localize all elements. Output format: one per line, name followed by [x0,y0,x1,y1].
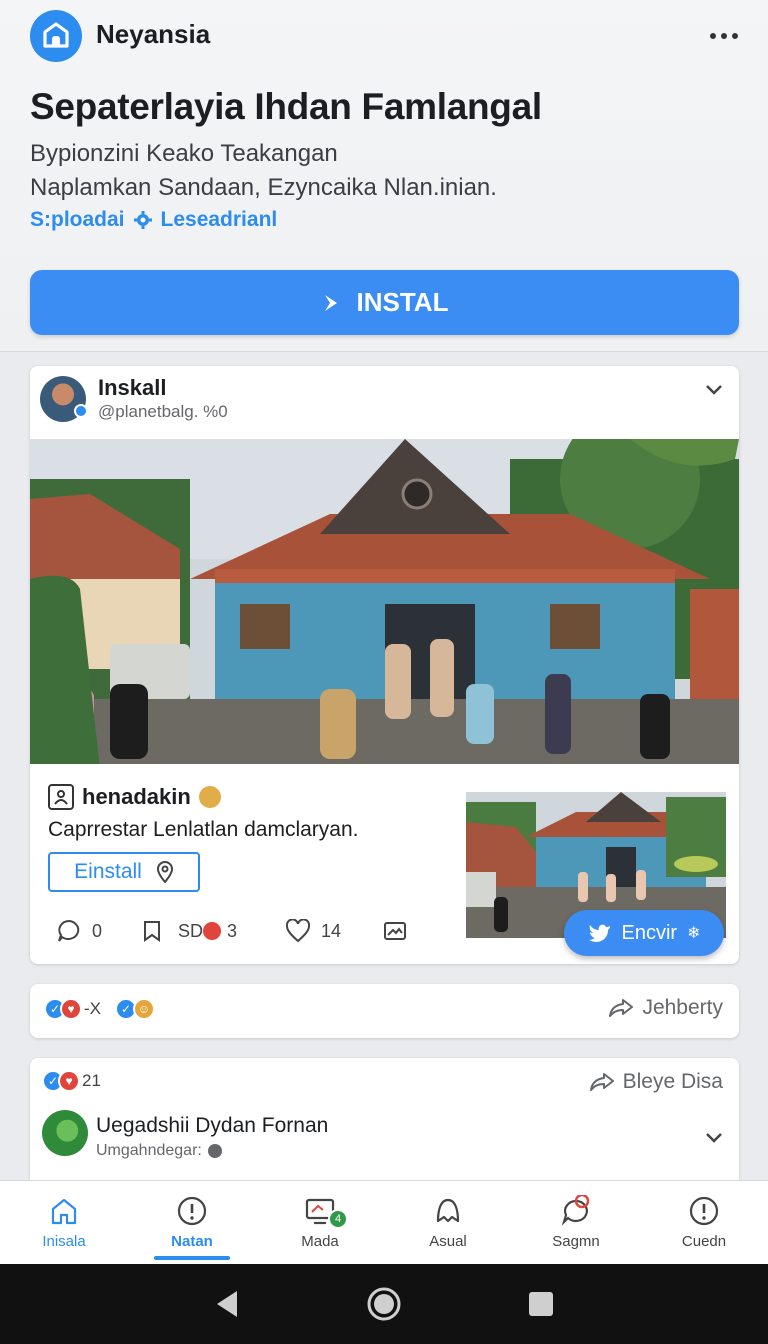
einstall-label: Einstall [74,860,142,883]
share-button-2[interactable]: Bleye Disa [589,1070,723,1094]
verified-badge [74,404,88,418]
verified-icon [207,1144,222,1158]
pin-icon [156,861,173,883]
nav-label: Asual [429,1233,467,1250]
like-button[interactable]: 14 [285,919,341,943]
avatar[interactable] [40,376,88,422]
chat-icon [561,1195,590,1226]
share-badge-icon [203,922,222,940]
love-reaction-icon: ♥ [60,998,82,1020]
subtitle-line-2: Naplamkan Sandaan, Ezyncaika Nlan.inian. [30,174,497,201]
nav-item-cuedn[interactable]: Cuedn [640,1181,768,1264]
like-count: 14 [321,920,342,941]
share-label: SD [178,920,204,941]
post-actions: 0 SD 3 14 [56,918,407,944]
love-reaction-icon: ♥ [58,1070,80,1092]
emoji-reaction-icon: ☺ [133,998,155,1020]
share-arrow-icon [589,1073,614,1091]
reaction-icons-2[interactable]: ✓ ♥ 21 [42,1070,101,1092]
post-handle-2: Umgahndegar: [96,1142,222,1160]
tag-link-1[interactable]: S:ploadai [30,208,125,232]
avatar[interactable] [42,1110,88,1156]
bottom-navigation: Inisala Natan 4 Mada Asual Sagmn Cuedn [0,1180,768,1264]
nav-item-mada[interactable]: 4 Mada [256,1181,384,1264]
nav-item-natan[interactable]: Natan [128,1181,256,1264]
nav-badge: 4 [328,1209,348,1229]
chevron-down-icon[interactable] [702,378,726,402]
share-action-button[interactable]: SD 3 [140,919,237,943]
reaction-count: 21 [82,1071,101,1090]
caption-row: henadakin [48,784,221,810]
post-caption: Caprrestar Lenlatlan damclaryan. [48,818,359,841]
nav-label: Cuedn [681,1233,727,1250]
share-button[interactable]: Jehberty [608,996,723,1020]
tag-row: S:ploadai Leseadrianl [30,208,277,232]
caption-user[interactable]: henadakin [82,784,191,810]
home-button-icon[interactable] [366,1286,402,1322]
reaction-icons[interactable]: ✓ ♥ -X ✓ ☺ [44,998,155,1020]
comment-button[interactable]: 0 [56,918,102,944]
snowflake-icon: ❄ [687,925,701,942]
install-button-label: INSTAL [356,287,449,317]
more-icon [710,33,716,39]
install-button[interactable]: INSTAL [30,270,739,335]
bell-icon [436,1198,460,1223]
nav-label: Mada [301,1233,339,1250]
emoji-icon [198,786,221,808]
einstall-button[interactable]: Einstall [48,852,200,892]
bird-icon [588,924,610,942]
post-card-2: ✓ ♥ 21 Bleye Disa Uegadshii Dydan Fornan… [30,1058,739,1198]
nav-item-asual[interactable]: Asual [384,1181,512,1264]
post-photo[interactable] [30,439,739,764]
alert-circle-icon [177,1196,207,1226]
tag-link-2[interactable]: Leseadrianl [161,208,278,232]
subtitle-line-1: Bypionzini Keako Teakangan [30,140,338,167]
nav-label: Inisala [42,1233,86,1250]
comment-count: 0 [92,920,103,941]
post-author-2[interactable]: Uegadshii Dydan Fornan [96,1114,328,1138]
share-arrow-icon [609,999,634,1017]
share-label-2: Bleye Disa [622,1070,723,1093]
heart-icon [286,919,311,943]
nav-label: Sagmn [552,1233,600,1250]
more-options-button[interactable] [700,20,748,52]
bookmark-icon [144,921,161,942]
post-card: Inskall @planetbalg. %0 henadakin Caprre… [30,366,739,964]
nav-item-inisala[interactable]: Inisala [0,1181,128,1264]
gear-icon [133,211,152,229]
share-label: Jehberty [642,996,723,1019]
post-handle: @planetbalg. %0 [98,402,228,421]
encvir-label: Encvir [621,921,678,944]
system-navigation-bar [0,1264,768,1344]
back-icon[interactable] [213,1289,241,1319]
recents-icon[interactable] [527,1290,555,1318]
image-icon[interactable] [383,920,407,942]
app-name: Neyansia [96,19,211,49]
arrow-right-icon [324,294,337,311]
post-author[interactable]: Inskall [98,375,166,401]
reaction-strip: ✓ ♥ -X ✓ ☺ Jehberty [30,984,739,1038]
nav-label: Natan [171,1233,213,1250]
home-icon [51,1198,77,1225]
encvir-button[interactable]: Encvir ❄ [564,910,724,956]
share-count: 3 [227,920,238,941]
chevron-down-icon[interactable] [702,1126,726,1150]
page-title: Sepaterlayia Ihdan Famlangal [30,86,542,127]
app-header: Neyansia Sepaterlayia Ihdan Famlangal By… [0,0,768,352]
user-icon [48,784,74,810]
reaction-text: -X [84,999,101,1018]
info-icon [689,1196,719,1226]
nav-item-sagmn[interactable]: Sagmn [512,1181,640,1264]
comment-icon [58,919,80,942]
app-logo-icon [30,10,82,62]
